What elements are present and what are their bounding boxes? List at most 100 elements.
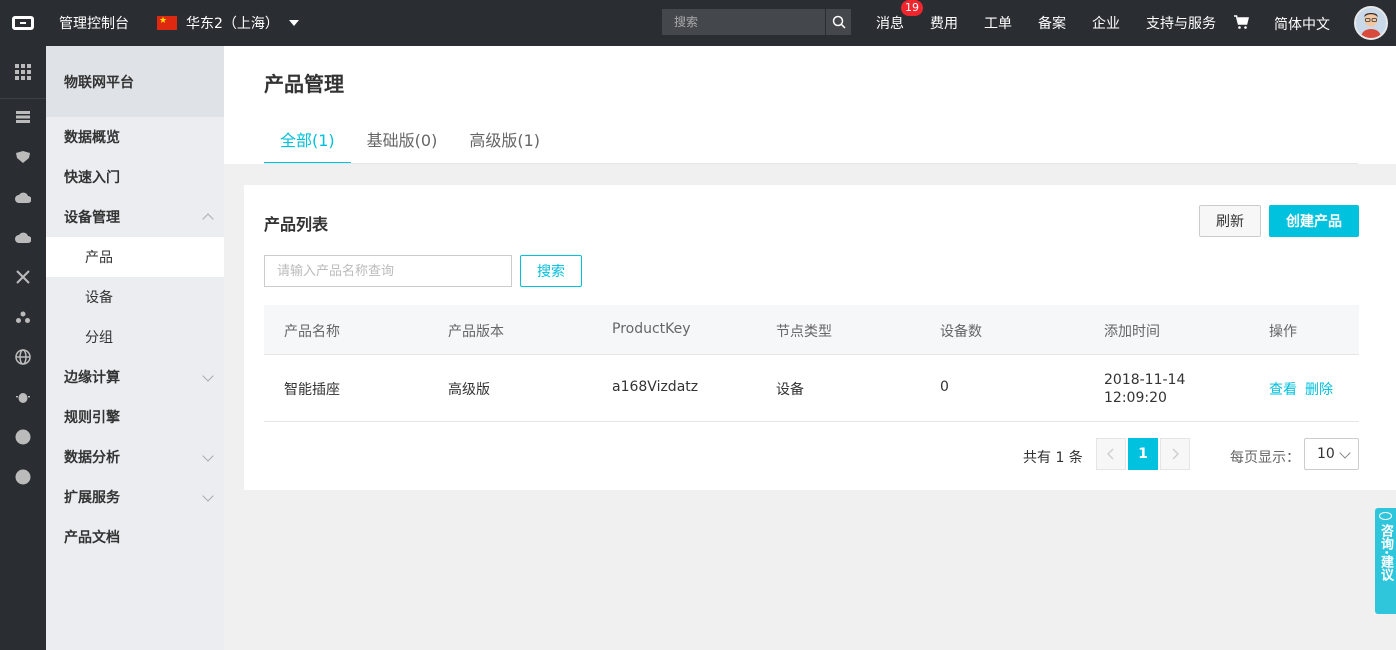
per-page-select[interactable]: 10 — [1304, 438, 1359, 470]
col-header-node-type: 节点类型 — [776, 324, 832, 340]
card-title: 产品列表 — [264, 215, 329, 234]
chevron-down-icon — [202, 450, 214, 462]
server-icon[interactable] — [13, 107, 33, 127]
sidebar-item-overview[interactable]: 数据概览 — [46, 117, 224, 157]
sidebar-item-quickstart[interactable]: 快速入门 — [46, 157, 224, 197]
sidebar-item-label: 数据分析 — [64, 450, 120, 466]
page-number-current[interactable]: 1 — [1128, 438, 1158, 470]
nav-messages-label: 消息 — [876, 16, 904, 32]
product-list-card: 产品列表 刷新 创建产品 搜索 产品名称 产品版本 ProductKey 节点类… — [244, 185, 1396, 490]
product-icon-bar — [0, 46, 46, 650]
col-header-device-count: 设备数 — [940, 324, 982, 340]
network-icon[interactable] — [13, 267, 33, 287]
consult-feedback-label: 咨询·建议 — [1378, 524, 1393, 581]
shield-icon[interactable] — [13, 147, 33, 167]
col-header-productkey: ProductKey — [612, 321, 691, 337]
cell-product-name: 智能插座 — [284, 382, 340, 398]
sidebar-item-devices[interactable]: 设备 — [46, 277, 224, 317]
feedback-icon — [1379, 512, 1392, 520]
nodes-icon[interactable] — [13, 307, 33, 327]
main-content: 产品管理 全部(1) 基础版(0) 高级版(1) 产品列表 刷新 创建产品 搜索… — [224, 46, 1396, 650]
cell-added-time: 2018-11-14 12:09:20 — [1104, 371, 1185, 407]
china-flag-icon — [157, 14, 177, 30]
circle-icon[interactable] — [13, 427, 33, 447]
aliyun-logo-icon[interactable] — [0, 0, 46, 46]
create-product-button[interactable]: 创建产品 — [1269, 205, 1359, 237]
sidebar-title: 物联网平台 — [46, 46, 224, 117]
delete-link[interactable]: 删除 — [1305, 379, 1333, 399]
added-date: 2018-11-14 — [1104, 372, 1186, 388]
sidebar-item-data-analysis[interactable]: 数据分析 — [46, 437, 224, 477]
message-count-badge: 19 — [901, 0, 923, 16]
global-search-input[interactable] — [662, 9, 825, 35]
cell-node-type: 设备 — [776, 382, 804, 398]
col-header-added-time: 添加时间 — [1104, 324, 1160, 340]
per-page-label: 每页显示： — [1230, 450, 1300, 466]
circle-icon[interactable] — [13, 467, 33, 487]
sidebar-item-edge-computing[interactable]: 边缘计算 — [46, 357, 224, 397]
nav-icp[interactable]: 备案 — [1038, 13, 1066, 33]
chevron-down-icon — [202, 490, 214, 502]
product-tabs: 全部(1) 基础版(0) 高级版(1) — [264, 120, 556, 164]
grid-menu-icon[interactable] — [13, 62, 33, 82]
nav-tickets[interactable]: 工单 — [984, 13, 1012, 33]
sidebar-item-rules-engine[interactable]: 规则引擎 — [46, 397, 224, 437]
sidebar: 物联网平台 数据概览 快速入门 设备管理 产品 设备 分组 边缘计算 规则引擎 … — [46, 46, 224, 650]
language-selector[interactable]: 简体中文 — [1274, 14, 1330, 34]
nav-support[interactable]: 支持与服务 — [1146, 13, 1216, 33]
col-header-name: 产品名称 — [284, 324, 340, 340]
cloud-icon[interactable] — [13, 187, 33, 207]
added-time: 12:09:20 — [1104, 390, 1167, 406]
tab-advanced[interactable]: 高级版(1) — [453, 120, 556, 164]
console-title[interactable]: 管理控制台 — [59, 13, 129, 33]
tab-divider — [264, 163, 1358, 164]
tab-basic[interactable]: 基础版(0) — [351, 120, 454, 164]
sidebar-item-device-management[interactable]: 设备管理 — [46, 197, 224, 237]
per-page-value: 10 — [1317, 446, 1335, 462]
refresh-button[interactable]: 刷新 — [1199, 205, 1261, 237]
sidebar-item-groups[interactable]: 分组 — [46, 317, 224, 357]
cart-icon[interactable] — [1233, 14, 1250, 34]
global-search — [662, 9, 851, 35]
nav-messages[interactable]: 消息 19 — [876, 0, 923, 33]
prev-page-button[interactable] — [1096, 438, 1126, 470]
sidebar-item-docs[interactable]: 产品文档 — [46, 517, 224, 557]
consult-feedback-tab[interactable]: 咨询·建议 — [1375, 508, 1396, 614]
nav-billing[interactable]: 费用 — [930, 13, 958, 33]
chevron-down-icon — [1339, 447, 1351, 459]
sidebar-item-label: 边缘计算 — [64, 370, 120, 386]
top-navbar: 管理控制台 华东2（上海） 消息 19 费用 工单 备案 企业 支持与服务 简体… — [0, 0, 1396, 46]
product-table: 产品名称 产品版本 ProductKey 节点类型 设备数 添加时间 操作 智能… — [264, 305, 1359, 422]
pagination-total: 共有 1 条 — [1023, 450, 1083, 466]
search-button[interactable]: 搜索 — [520, 255, 582, 287]
chevron-up-icon — [202, 213, 214, 225]
tab-all[interactable]: 全部(1) — [264, 120, 351, 164]
nav-enterprise[interactable]: 企业 — [1092, 13, 1120, 33]
globe-icon[interactable] — [13, 347, 33, 367]
col-header-actions: 操作 — [1269, 324, 1297, 340]
avatar[interactable] — [1354, 6, 1388, 40]
sidebar-item-label: 设备管理 — [64, 210, 120, 226]
col-header-version: 产品版本 — [448, 324, 504, 340]
sidebar-item-extended-services[interactable]: 扩展服务 — [46, 477, 224, 517]
cell-version: 高级版 — [448, 382, 490, 398]
cell-device-count: 0 — [940, 379, 949, 395]
chevron-down-icon — [202, 370, 214, 382]
top-nav-links: 消息 19 费用 工单 备案 企业 支持与服务 — [876, 0, 1242, 46]
region-selector[interactable]: 华东2（上海） — [157, 0, 299, 46]
search-icon[interactable] — [825, 9, 851, 35]
bug-icon[interactable] — [13, 387, 33, 407]
cell-productkey: a168Vizdatz — [612, 379, 699, 395]
region-label: 华东2（上海） — [186, 16, 279, 32]
cloud-upload-icon[interactable] — [13, 227, 33, 247]
next-page-button[interactable] — [1160, 438, 1190, 470]
caret-down-icon — [288, 20, 299, 26]
page-header: 产品管理 全部(1) 基础版(0) 高级版(1) — [224, 46, 1396, 164]
sidebar-item-label: 扩展服务 — [64, 490, 120, 506]
page-title: 产品管理 — [264, 72, 344, 96]
sidebar-item-products[interactable]: 产品 — [46, 237, 224, 277]
table-header: 产品名称 产品版本 ProductKey 节点类型 设备数 添加时间 操作 — [264, 305, 1359, 355]
view-link[interactable]: 查看 — [1269, 379, 1297, 399]
product-search-input[interactable] — [264, 255, 512, 287]
table-row: 智能插座 高级版 a168Vizdatz 设备 0 2018-11-14 12:… — [264, 355, 1359, 422]
